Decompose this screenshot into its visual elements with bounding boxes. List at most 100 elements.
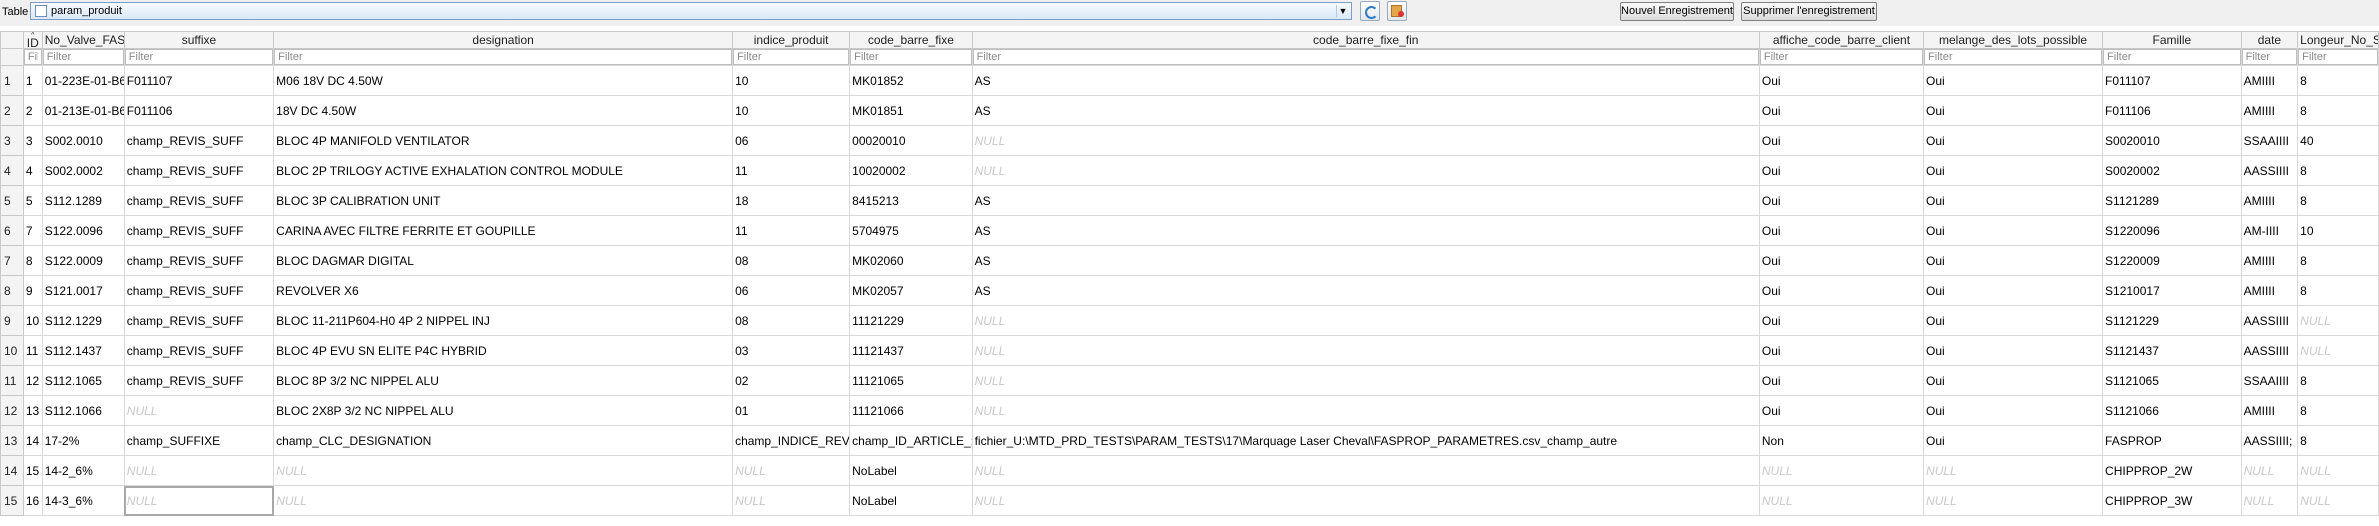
cell-date[interactable]: AMIIII	[2240, 395, 2299, 426]
cell-affiche-code-barre-client[interactable]: Oui	[1758, 65, 1925, 96]
cell-famille[interactable]: FASPROP	[2102, 425, 2242, 456]
filter-input-id[interactable]	[24, 49, 42, 65]
cell-id[interactable]: 2	[22, 95, 43, 126]
cell-famille[interactable]: S0020010	[2102, 125, 2242, 156]
filter-input-affiche-code-barre-client[interactable]	[1760, 49, 1923, 65]
cell-indice-produit[interactable]: NULL	[732, 455, 851, 486]
cell-famille[interactable]: F011106	[2102, 95, 2242, 126]
delete-record-button[interactable]: Supprimer l'enregistrement	[1741, 2, 1877, 21]
cell-code-barre-fixe[interactable]: 8415213	[849, 185, 973, 216]
cell-code-barre-fixe[interactable]: MK02057	[849, 275, 973, 306]
cell-indice-produit[interactable]: 08	[732, 305, 851, 336]
cell-indice-produit[interactable]: 08	[732, 245, 851, 276]
cell-date[interactable]: AASSIIII	[2240, 155, 2299, 186]
table-select[interactable]: param_produit ▼	[30, 2, 1352, 20]
cell-code-barre-fixe[interactable]: MK01851	[849, 95, 973, 126]
cell-indice-produit[interactable]: 10	[732, 95, 851, 126]
cell-id[interactable]: 14	[22, 425, 43, 456]
cell-id[interactable]: 9	[22, 275, 43, 306]
cell-no-valve-fas[interactable]: 01-223E-01-B6	[41, 65, 125, 96]
cell-melange-des-lots-possible[interactable]: Oui	[1923, 125, 2104, 156]
cell-melange-des-lots-possible[interactable]: Oui	[1923, 335, 2104, 366]
cell-no-valve-fas[interactable]: S002.0010	[41, 125, 125, 156]
column-header-no-valve-fas[interactable]: No_Valve_FAS	[41, 31, 125, 49]
cell-no-valve-fas[interactable]: S112.1437	[41, 335, 125, 366]
cell-longeur-no-serie[interactable]: 8	[2297, 95, 2379, 126]
cell-date[interactable]: NULL	[2240, 455, 2299, 486]
cell-no-valve-fas[interactable]: S002.0002	[41, 155, 125, 186]
filter-input-indice-produit[interactable]	[733, 49, 849, 65]
cell-melange-des-lots-possible[interactable]: Oui	[1923, 95, 2104, 126]
cell-melange-des-lots-possible[interactable]: Oui	[1923, 275, 2104, 306]
cell-melange-des-lots-possible[interactable]: Oui	[1923, 185, 2104, 216]
cell-affiche-code-barre-client[interactable]: Oui	[1758, 305, 1925, 336]
refresh-icon[interactable]	[1360, 1, 1380, 21]
cell-affiche-code-barre-client[interactable]: NULL	[1758, 455, 1925, 486]
cell-designation[interactable]: BLOC 2X8P 3/2 NC NIPPEL ALU	[273, 395, 734, 426]
cell-indice-produit[interactable]: 02	[732, 365, 851, 396]
cell-longeur-no-serie[interactable]: 8	[2297, 245, 2379, 276]
cell-affiche-code-barre-client[interactable]: Oui	[1758, 155, 1925, 186]
cell-code-barre-fixe-fin[interactable]: AS	[971, 185, 1760, 216]
cell-affiche-code-barre-client[interactable]: Oui	[1758, 125, 1925, 156]
table-row[interactable]: 6 7 S122.0096 champ_REVIS_SUFF CARINA AVEC F…	[0, 215, 2379, 246]
cell-id[interactable]: 15	[22, 455, 43, 486]
cell-no-valve-fas[interactable]: 14-3_6%	[41, 485, 125, 516]
cell-id[interactable]: 8	[22, 245, 43, 276]
cell-affiche-code-barre-client[interactable]: Oui	[1758, 395, 1925, 426]
cell-date[interactable]: AM-IIII	[2240, 215, 2299, 246]
cell-designation[interactable]: BLOC 11-211P604-H0 4P 2 NIPPEL INJ	[273, 305, 734, 336]
cell-id[interactable]: 4	[22, 155, 43, 186]
cell-famille[interactable]: CHIPPROP_2W	[2102, 455, 2242, 486]
cell-code-barre-fixe-fin[interactable]: AS	[971, 65, 1760, 96]
cell-suffixe[interactable]: F011106	[123, 95, 275, 126]
filter-input-famille[interactable]	[2103, 49, 2241, 65]
cell-melange-des-lots-possible[interactable]: Oui	[1923, 245, 2104, 276]
cell-designation[interactable]: REVOLVER X6	[273, 275, 734, 306]
cell-melange-des-lots-possible[interactable]: Oui	[1923, 305, 2104, 336]
cell-longeur-no-serie[interactable]: NULL	[2297, 335, 2379, 366]
cell-melange-des-lots-possible[interactable]: Oui	[1923, 365, 2104, 396]
cell-date[interactable]: AMIIII	[2240, 275, 2299, 306]
filter-input-date[interactable]	[2242, 49, 2297, 65]
cell-longeur-no-serie[interactable]: 8	[2297, 65, 2379, 96]
cell-no-valve-fas[interactable]: S112.1066	[41, 395, 125, 426]
cell-longeur-no-serie[interactable]: 8	[2297, 425, 2379, 456]
cell-date[interactable]: NULL	[2240, 485, 2299, 516]
cell-suffixe[interactable]: champ_REVIS_SUFF	[123, 215, 275, 246]
row-number[interactable]: 6	[0, 215, 24, 246]
row-header-corner[interactable]	[0, 31, 24, 49]
cell-no-valve-fas[interactable]: S112.1229	[41, 305, 125, 336]
cell-famille[interactable]: S1220009	[2102, 245, 2242, 276]
cell-date[interactable]: AMIIII	[2240, 245, 2299, 276]
cell-code-barre-fixe[interactable]: 5704975	[849, 215, 973, 246]
cell-affiche-code-barre-client[interactable]: Oui	[1758, 185, 1925, 216]
cell-designation[interactable]: BLOC 2P TRILOGY ACTIVE EXHALATION CONTRO…	[273, 155, 734, 186]
cell-indice-produit[interactable]: 11	[732, 215, 851, 246]
column-header-designation[interactable]: designation	[273, 31, 734, 49]
cell-indice-produit[interactable]: champ_INDICE_REV_;	[732, 425, 851, 456]
cell-indice-produit[interactable]: 06	[732, 275, 851, 306]
cell-no-valve-fas[interactable]: S121.0017	[41, 275, 125, 306]
cell-code-barre-fixe-fin[interactable]: AS	[971, 275, 1760, 306]
cell-longeur-no-serie[interactable]: 8	[2297, 395, 2379, 426]
cell-affiche-code-barre-client[interactable]: Oui	[1758, 275, 1925, 306]
cell-suffixe[interactable]: champ_REVIS_SUFF	[123, 365, 275, 396]
cell-affiche-code-barre-client[interactable]: Oui	[1758, 95, 1925, 126]
table-row[interactable]: 1 1 01-223E-01-B6 F011107 M06 18V DC 4.50W 10…	[0, 65, 2379, 96]
cell-designation[interactable]: BLOC 8P 3/2 NC NIPPEL ALU	[273, 365, 734, 396]
cell-date[interactable]: AMIIII	[2240, 185, 2299, 216]
cell-date[interactable]: AMIIII	[2240, 65, 2299, 96]
cell-affiche-code-barre-client[interactable]: Oui	[1758, 335, 1925, 366]
cell-indice-produit[interactable]: 03	[732, 335, 851, 366]
cell-longeur-no-serie[interactable]: 8	[2297, 185, 2379, 216]
cell-code-barre-fixe[interactable]: 11121229	[849, 305, 973, 336]
table-row[interactable]: 9 10 S112.1229 champ_REVIS_SUFF BLOC 11-211P…	[0, 305, 2379, 336]
cell-melange-des-lots-possible[interactable]: Oui	[1923, 215, 2104, 246]
cell-id[interactable]: 13	[22, 395, 43, 426]
cell-suffixe[interactable]: F011107	[123, 65, 275, 96]
row-number[interactable]: 13	[0, 425, 24, 456]
cell-affiche-code-barre-client[interactable]: NULL	[1758, 485, 1925, 516]
cell-famille[interactable]: S1121066	[2102, 395, 2242, 426]
filter-input-no-valve-fas[interactable]	[43, 49, 124, 65]
